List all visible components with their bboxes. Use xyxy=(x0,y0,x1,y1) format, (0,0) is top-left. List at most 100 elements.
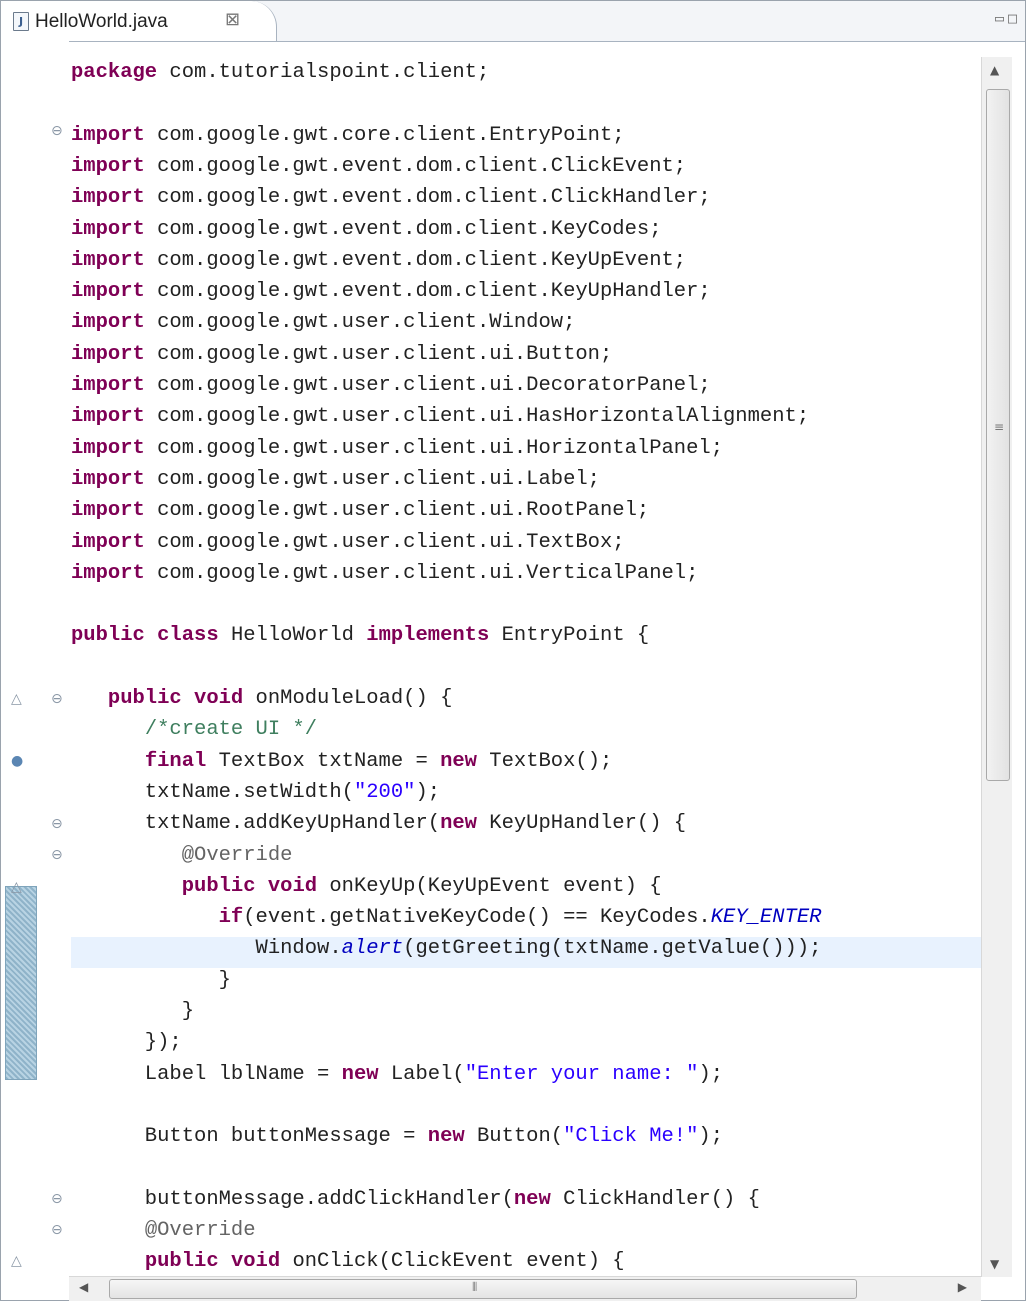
code-token: import xyxy=(71,436,145,460)
code-token: TextBox txtName = xyxy=(206,749,441,773)
code-line[interactable]: import com.google.gwt.user.client.ui.Tex… xyxy=(71,527,625,558)
bookmark-dot-icon: ● xyxy=(11,753,24,769)
range-indicator xyxy=(5,886,37,1080)
editor-window: J HelloWorld.java ⊠ ▭ □ ⊖ △ ⊖ ● ⊖ ⊖ △ ⊖ ⊖… xyxy=(0,0,1026,1301)
code-line[interactable]: if(event.getNativeKeyCode() == KeyCodes.… xyxy=(71,902,822,933)
code-line[interactable]: import com.google.gwt.user.client.ui.But… xyxy=(71,339,612,370)
code-token: import xyxy=(71,248,145,272)
code-token: com.google.gwt.event.dom.client.ClickHan… xyxy=(144,186,711,210)
editor-tab-bar: J HelloWorld.java ⊠ ▭ □ xyxy=(1,1,1025,42)
code-token: new xyxy=(440,812,477,836)
code-token: (getGreeting(txtName.getValue())); xyxy=(403,937,822,961)
code-line[interactable]: import com.google.gwt.user.client.Window… xyxy=(71,307,575,338)
fold-collapse-icon[interactable]: ⊖ xyxy=(51,847,63,863)
code-token: @Override xyxy=(181,843,293,867)
scroll-right-icon[interactable]: ▶ xyxy=(958,1280,967,1294)
code-token: KeyUpHandler() { xyxy=(476,812,687,836)
fold-collapse-icon[interactable]: ⊖ xyxy=(51,816,63,832)
code-token: com.google.gwt.event.dom.client.KeyCodes… xyxy=(144,217,662,241)
fold-collapse-icon[interactable]: ⊖ xyxy=(51,123,63,139)
code-line[interactable]: Button buttonMessage = new Button("Click… xyxy=(71,1121,723,1152)
fold-collapse-icon[interactable]: ⊖ xyxy=(51,1191,63,1207)
code-token: TextBox(); xyxy=(476,749,613,773)
code-token: new xyxy=(427,1125,465,1149)
code-line[interactable]: import com.google.gwt.user.client.ui.Dec… xyxy=(71,370,711,401)
fold-collapse-icon[interactable]: ⊖ xyxy=(51,1222,63,1238)
maximize-icon[interactable]: □ xyxy=(1008,9,1017,27)
code-line[interactable]: public class HelloWorld implements Entry… xyxy=(71,620,649,651)
tab-label: HelloWorld.java xyxy=(35,11,168,32)
code-line[interactable]: import com.google.gwt.event.dom.client.C… xyxy=(71,182,711,213)
fold-collapse-icon[interactable]: ⊖ xyxy=(51,691,63,707)
code-line[interactable]: import com.google.gwt.event.dom.client.C… xyxy=(71,151,686,182)
code-token: KEY_ENTER xyxy=(710,906,822,930)
code-token: new xyxy=(341,1062,379,1086)
vertical-scroll-thumb[interactable]: ≡ xyxy=(986,89,1010,781)
code-token: com.google.gwt.user.client.ui.Label; xyxy=(144,467,600,491)
code-line[interactable]: import com.google.gwt.event.dom.client.K… xyxy=(71,276,711,307)
tab-helloworld-java[interactable]: J HelloWorld.java ⊠ xyxy=(1,1,277,41)
code-token: package xyxy=(71,61,158,84)
scroll-left-icon[interactable]: ◀ xyxy=(79,1280,88,1294)
code-line[interactable]: import com.google.gwt.user.client.ui.Has… xyxy=(71,401,809,432)
code-line[interactable]: txtName.setWidth("200"); xyxy=(71,777,440,808)
code-line[interactable]: import com.google.gwt.user.client.ui.Hor… xyxy=(71,433,723,464)
code-line[interactable]: public void onClick(ClickEvent event) { xyxy=(71,1246,625,1277)
horizontal-scroll-thumb[interactable]: ⦀ xyxy=(109,1279,857,1299)
code-token: if xyxy=(218,906,244,930)
code-token: } xyxy=(71,968,231,992)
code-line[interactable]: import com.google.gwt.user.client.ui.Lab… xyxy=(71,464,600,495)
code-token: } xyxy=(71,1000,195,1023)
code-line[interactable]: import com.google.gwt.event.dom.client.K… xyxy=(71,245,686,276)
code-token: ClickHandler() { xyxy=(550,1187,760,1211)
override-marker-icon: △ xyxy=(11,691,22,707)
java-file-icon: J xyxy=(13,12,29,31)
minimize-icon[interactable]: ▭ xyxy=(995,9,1004,27)
code-token: import xyxy=(71,186,145,210)
code-line[interactable]: public void onKeyUp(KeyUpEvent event) { xyxy=(71,871,662,902)
window-controls: ▭ □ xyxy=(991,9,1017,27)
code-token: public xyxy=(181,874,256,898)
code-token: com.google.gwt.event.dom.client.KeyUpEve… xyxy=(144,248,687,272)
code-line[interactable]: import com.google.gwt.event.dom.client.K… xyxy=(71,214,662,245)
close-icon[interactable]: ⊠ xyxy=(225,9,240,30)
code-line[interactable]: final TextBox txtName = new TextBox(); xyxy=(71,746,613,777)
code-line[interactable]: buttonMessage.addClickHandler(new ClickH… xyxy=(71,1184,760,1215)
code-line[interactable]: package com.tutorialspoint.client; xyxy=(71,57,489,88)
code-token: void xyxy=(230,1250,281,1274)
code-token: (event.getNativeKeyCode() == KeyCodes. xyxy=(243,906,711,930)
code-token: import xyxy=(71,342,145,366)
code-token: txtName.setWidth( xyxy=(71,780,354,804)
code-line[interactable]: } xyxy=(71,996,194,1027)
code-line[interactable]: txtName.addKeyUpHandler(new KeyUpHandler… xyxy=(71,808,686,839)
code-token: Button buttonMessage = xyxy=(71,1125,428,1149)
code-line[interactable]: import com.google.gwt.user.client.ui.Ver… xyxy=(71,558,698,589)
code-line[interactable]: }); xyxy=(71,1027,182,1058)
scroll-down-icon[interactable]: ▼ xyxy=(990,1257,999,1271)
code-token: import xyxy=(71,311,145,335)
code-line[interactable]: import com.google.gwt.core.client.EntryP… xyxy=(71,120,625,151)
horizontal-scrollbar[interactable]: ◀ ⦀ ▶ xyxy=(69,1276,981,1301)
code-line[interactable]: Window.alert(getGreeting(txtName.getValu… xyxy=(71,933,822,964)
code-token: import xyxy=(71,217,145,241)
code-line[interactable]: public void onModuleLoad() { xyxy=(71,683,452,714)
code-editor[interactable]: package com.tutorialspoint.client; import… xyxy=(71,57,981,1282)
code-line[interactable]: @Override xyxy=(71,1215,256,1246)
code-token: import xyxy=(71,154,145,178)
code-line[interactable]: /*create UI */ xyxy=(71,714,317,745)
vertical-scrollbar[interactable]: ▲ ≡ ▼ xyxy=(981,57,1012,1277)
code-token: com.google.gwt.user.client.ui.RootPanel; xyxy=(144,499,650,523)
code-line[interactable]: import com.google.gwt.user.client.ui.Roo… xyxy=(71,495,649,526)
scroll-up-icon[interactable]: ▲ xyxy=(990,63,999,77)
code-line[interactable]: } xyxy=(71,965,231,996)
code-token: new xyxy=(440,749,477,773)
code-line[interactable]: @Override xyxy=(71,840,293,871)
code-line[interactable]: Label lblName = new Label("Enter your na… xyxy=(71,1059,723,1090)
code-token: Window. xyxy=(71,937,342,961)
code-token: void xyxy=(267,874,318,898)
code-token: @Override xyxy=(144,1219,256,1243)
